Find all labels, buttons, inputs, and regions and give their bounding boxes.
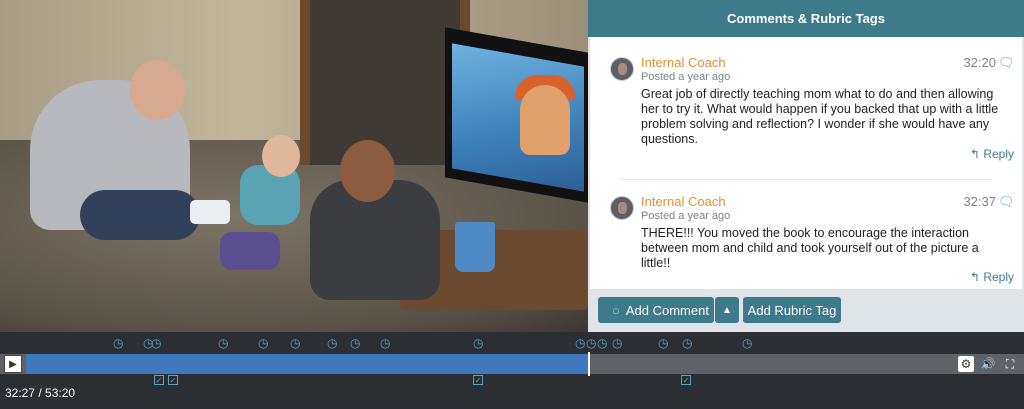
comment-marker-icon[interactable]: ◷ xyxy=(290,337,304,349)
comment-marker-icon[interactable]: ◷ xyxy=(380,337,394,349)
comment-marker-icon[interactable]: ◷ xyxy=(658,337,672,349)
comment-author[interactable]: Internal Coach xyxy=(641,194,726,209)
comments-panel: Comments & Rubric Tags Internal Coach Po… xyxy=(588,0,1024,332)
reply-button[interactable]: ↰ Reply xyxy=(970,147,1014,161)
video-frame[interactable] xyxy=(0,0,588,332)
rubric-marker-icon[interactable]: ✓ xyxy=(681,375,691,385)
video-toy-2 xyxy=(220,232,280,270)
video-mother-head xyxy=(130,60,185,120)
comment-timestamp[interactable]: 32:20 xyxy=(963,55,996,70)
video-child xyxy=(240,165,300,225)
comment-bubble-icon[interactable]: 🗨 xyxy=(998,195,1015,209)
fullscreen-icon[interactable]: ⛶ xyxy=(1002,356,1018,372)
comment-marker-icon[interactable]: ◷ xyxy=(742,337,756,349)
rubric-markers: ✓ ✓ ✓ ✓ xyxy=(0,375,1024,389)
rubric-marker-icon[interactable]: ✓ xyxy=(473,375,483,385)
timecode: 32:27 / 53:20 xyxy=(5,386,76,400)
play-button[interactable]: ▶ xyxy=(4,355,22,373)
comment-marker-icon[interactable]: ◷ xyxy=(350,337,364,349)
comment-marker-icon[interactable]: ◷ xyxy=(151,337,165,349)
reply-arrow-icon: ↰ xyxy=(969,147,984,161)
caret-up-icon: ▲ xyxy=(722,304,732,316)
play-icon: ▶ xyxy=(9,358,17,370)
volume-icon[interactable]: 🔊 xyxy=(980,356,996,372)
comment-marker-icon[interactable]: ◷ xyxy=(597,337,611,349)
avatar xyxy=(610,196,634,220)
comment-text: Great job of directly teaching mom what … xyxy=(641,87,999,146)
avatar xyxy=(610,57,634,81)
comment-marker-icon[interactable]: ◷ xyxy=(682,337,696,349)
comment-author[interactable]: Internal Coach xyxy=(641,55,726,70)
comment-marker-icon[interactable]: ◷ xyxy=(473,337,487,349)
comment-posted: Posted a year ago xyxy=(641,71,731,83)
comment-marker-icon[interactable]: ◷ xyxy=(218,337,232,349)
comment-timestamp[interactable]: 32:37 xyxy=(963,194,996,209)
reply-label: Reply xyxy=(983,147,1014,161)
add-comment-dropdown[interactable]: ▲ xyxy=(715,297,739,323)
reply-arrow-icon: ↰ xyxy=(969,270,984,284)
video-coach-head xyxy=(340,140,395,202)
rubric-marker-icon[interactable]: ✓ xyxy=(154,375,164,385)
progress-handle[interactable] xyxy=(587,352,590,376)
add-rubric-tag-button[interactable]: Add Rubric Tag xyxy=(743,297,841,323)
video-cartoon xyxy=(520,85,570,155)
comment-marker-icon[interactable]: ◷ xyxy=(258,337,272,349)
video-child-head xyxy=(262,135,300,177)
panel-title: Comments & Rubric Tags xyxy=(588,0,1024,37)
comment-marker-icon[interactable]: ◷ xyxy=(113,337,127,349)
video-mother-legs xyxy=(80,190,200,240)
player-right-controls: ⚙ 🔊 ⛶ xyxy=(958,356,1018,372)
comment-posted: Posted a year ago xyxy=(641,210,731,222)
reply-label: Reply xyxy=(983,270,1014,284)
video-toy xyxy=(190,200,230,224)
comment-marker-icon[interactable]: ◷ xyxy=(327,337,341,349)
gear-icon[interactable]: ⚙ xyxy=(958,356,974,372)
comment-markers: ◷ ◷ ◷ ◷ ◷ ◷ ◷ ◷ ◷ ◷ ◷ ◷ ◷ ◷ ◷ ◷ ◷ xyxy=(0,334,1024,354)
add-comment-button[interactable]: ○ Add Comment xyxy=(598,297,714,323)
reply-button[interactable]: ↰ Reply xyxy=(970,270,1014,284)
comments-list[interactable]: Internal Coach Posted a year ago 32:20 🗨… xyxy=(590,37,1022,289)
rubric-marker-icon[interactable]: ✓ xyxy=(168,375,178,385)
progress-bar[interactable] xyxy=(26,354,588,374)
player-controls: ▶ ⚙ 🔊 ⛶ xyxy=(0,352,1024,376)
video-cup xyxy=(455,222,495,272)
comment-bubble-icon[interactable]: 🗨 xyxy=(998,56,1015,70)
comment-divider xyxy=(620,179,992,180)
comment-add-icon: ○ xyxy=(612,302,620,318)
add-comment-label: Add Comment xyxy=(625,302,709,318)
comment-marker-icon[interactable]: ◷ xyxy=(612,337,626,349)
comment-text: THERE!!! You moved the book to encourage… xyxy=(641,226,979,270)
